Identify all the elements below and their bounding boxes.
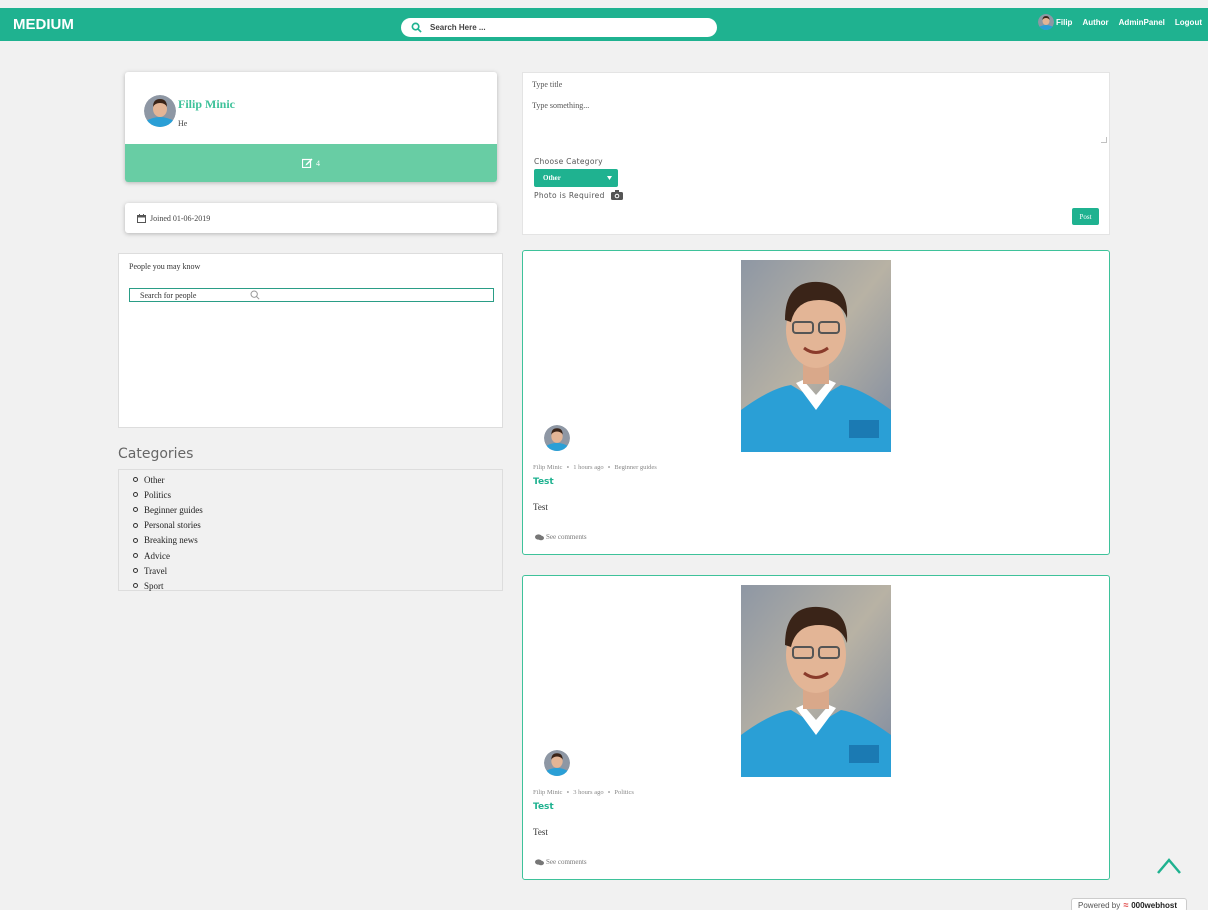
search-icon bbox=[411, 22, 422, 33]
post-title[interactable]: Test bbox=[533, 802, 554, 812]
joined-date: Joined 01-06-2019 bbox=[150, 213, 211, 223]
category-item[interactable]: Personal stories bbox=[133, 518, 502, 533]
post-body: Test bbox=[533, 827, 548, 837]
see-comments-link[interactable]: See comments bbox=[535, 858, 587, 866]
category-label: Travel bbox=[144, 565, 168, 576]
nav-links: Filip Author AdminPanel Logout bbox=[1038, 14, 1202, 30]
joined-card: Joined 01-06-2019 bbox=[125, 203, 497, 233]
edit-icon bbox=[302, 158, 313, 168]
bullet-icon bbox=[133, 522, 138, 528]
category-label: Sport bbox=[144, 580, 164, 591]
powered-by-badge[interactable]: Powered by ≈ 000webhost bbox=[1071, 898, 1187, 910]
category-label: Politics bbox=[144, 489, 172, 500]
scroll-top-icon[interactable] bbox=[1156, 855, 1182, 875]
profile-card: Filip Minic He 4 bbox=[125, 72, 497, 182]
categories-list: Other Politics Beginner guides Personal … bbox=[118, 469, 503, 591]
dot-separator: • bbox=[607, 788, 611, 797]
dot-separator: • bbox=[607, 463, 611, 472]
host-name: 000webhost bbox=[1131, 900, 1177, 910]
comments-icon bbox=[535, 533, 544, 540]
profile-avatar bbox=[144, 95, 176, 127]
comments-icon bbox=[535, 858, 544, 865]
nav-user-name: Filip bbox=[1055, 17, 1073, 27]
category-label: Advice bbox=[144, 550, 170, 561]
category-item[interactable]: Other bbox=[133, 472, 502, 487]
categories-title: Categories bbox=[118, 446, 194, 462]
category-label: Breaking news bbox=[144, 535, 198, 546]
nav-user[interactable]: Filip bbox=[1038, 14, 1072, 30]
post-time: 1 hours ago bbox=[573, 464, 604, 471]
post-card: Filip Minic • 3 hours ago • Politics Test … bbox=[522, 575, 1110, 880]
category-item[interactable]: Politics bbox=[133, 487, 502, 502]
category-item[interactable]: Advice bbox=[133, 548, 502, 563]
bullet-icon bbox=[133, 583, 138, 589]
caret-down-icon bbox=[607, 176, 612, 180]
see-comments-label: See comments bbox=[546, 858, 587, 866]
post-category[interactable]: Politics bbox=[614, 789, 634, 796]
category-item[interactable]: Breaking news bbox=[133, 533, 502, 548]
calendar-icon bbox=[137, 213, 146, 223]
author-avatar[interactable] bbox=[544, 750, 570, 776]
people-search-input[interactable] bbox=[140, 290, 250, 300]
bullet-icon bbox=[133, 537, 138, 543]
post-composer: Choose Category Other Photo is Required … bbox=[522, 72, 1110, 235]
host-logo-icon: ≈ bbox=[1123, 900, 1129, 910]
see-comments-link[interactable]: See comments bbox=[535, 533, 587, 541]
profile-name[interactable]: Filip Minic bbox=[178, 97, 235, 112]
global-search-input[interactable] bbox=[430, 23, 680, 32]
post-author[interactable]: Filip Minic bbox=[533, 464, 562, 471]
powered-by-label: Powered by bbox=[1078, 900, 1121, 910]
people-panel: People you may know bbox=[118, 253, 503, 428]
post-photo[interactable] bbox=[741, 585, 891, 777]
photo-required-label: Photo is Required bbox=[534, 190, 605, 200]
category-item[interactable]: Sport bbox=[133, 578, 502, 593]
bullet-icon bbox=[133, 477, 138, 483]
see-comments-label: See comments bbox=[546, 533, 587, 541]
photo-required-row: Photo is Required bbox=[534, 190, 623, 200]
people-title: People you may know bbox=[129, 262, 201, 271]
search-icon bbox=[250, 290, 260, 300]
category-label: Other bbox=[144, 474, 165, 485]
nav-link-author[interactable]: Author bbox=[1082, 18, 1108, 27]
profile-posts-bar[interactable]: 4 bbox=[125, 144, 497, 182]
resize-handle[interactable] bbox=[1101, 137, 1107, 143]
choose-category-label: Choose Category bbox=[534, 157, 603, 166]
nav-link-logout[interactable]: Logout bbox=[1175, 18, 1202, 27]
category-item[interactable]: Travel bbox=[133, 563, 502, 578]
top-navbar: MEDIUM Filip Author AdminPanel Logout bbox=[0, 8, 1208, 41]
global-search[interactable] bbox=[401, 18, 717, 37]
people-search[interactable] bbox=[129, 288, 494, 302]
post-card: Filip Minic • 1 hours ago • Beginner guide… bbox=[522, 250, 1110, 555]
post-meta: Filip Minic • 1 hours ago • Beginner guide… bbox=[533, 463, 657, 472]
post-author[interactable]: Filip Minic bbox=[533, 789, 562, 796]
nav-link-adminpanel[interactable]: AdminPanel bbox=[1119, 18, 1165, 27]
post-meta: Filip Minic • 3 hours ago • Politics bbox=[533, 788, 634, 797]
bullet-icon bbox=[133, 507, 138, 513]
dot-separator: • bbox=[566, 463, 570, 472]
brand-logo[interactable]: MEDIUM bbox=[13, 16, 74, 33]
bullet-icon bbox=[133, 568, 138, 574]
category-label: Personal stories bbox=[144, 520, 201, 531]
category-select-value: Other bbox=[543, 174, 561, 182]
post-body-textarea[interactable] bbox=[532, 101, 1108, 147]
category-label: Beginner guides bbox=[144, 504, 203, 515]
category-select[interactable]: Other bbox=[534, 169, 618, 187]
user-avatar bbox=[1038, 14, 1054, 30]
post-body: Test bbox=[533, 502, 548, 512]
post-button[interactable]: Post bbox=[1072, 208, 1099, 225]
post-title-input[interactable] bbox=[532, 80, 832, 89]
profile-bio: He bbox=[178, 119, 188, 128]
author-avatar[interactable] bbox=[544, 425, 570, 451]
dot-separator: • bbox=[566, 788, 570, 797]
category-item[interactable]: Beginner guides bbox=[133, 502, 502, 517]
bullet-icon bbox=[133, 492, 138, 498]
post-photo[interactable] bbox=[741, 260, 891, 452]
post-time: 3 hours ago bbox=[573, 789, 604, 796]
bullet-icon bbox=[133, 553, 138, 559]
post-category[interactable]: Beginner guides bbox=[614, 464, 656, 471]
posts-count: 4 bbox=[316, 158, 320, 168]
post-title[interactable]: Test bbox=[533, 477, 554, 487]
camera-icon[interactable] bbox=[610, 190, 623, 200]
